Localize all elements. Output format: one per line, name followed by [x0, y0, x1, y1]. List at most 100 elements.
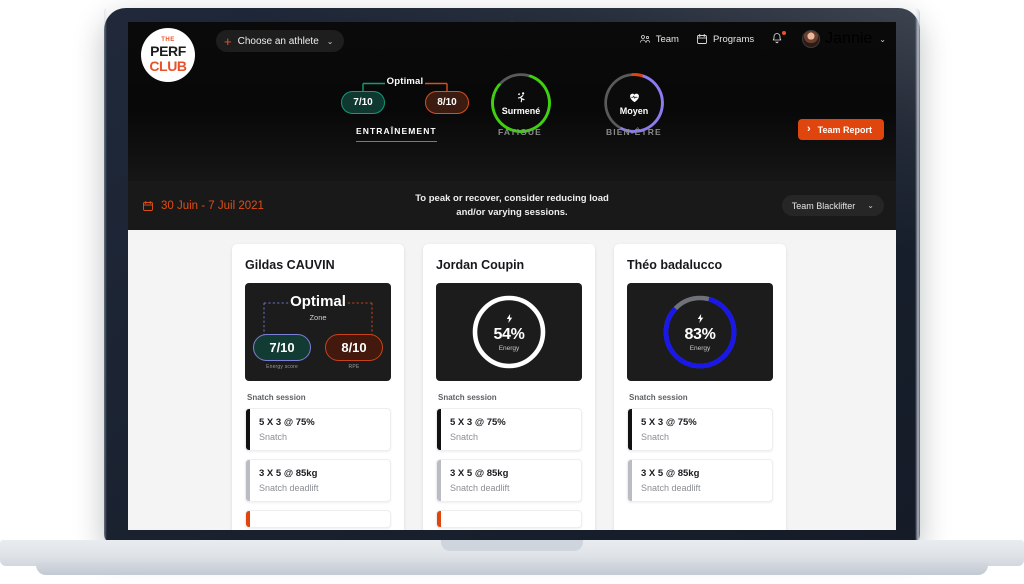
exercise-prescription: 3 X 5 @ 85kg — [641, 468, 700, 479]
zone-pills: 7/10 Energy score 8/10 RPE — [253, 334, 383, 370]
nav-label-team: Team — [655, 33, 679, 45]
chevron-down-icon: ⌄ — [867, 201, 874, 210]
athlete-name: Théo badalucco — [627, 258, 723, 272]
session-title: Snatch session — [247, 393, 306, 402]
exercise-row[interactable] — [436, 510, 582, 528]
avatar — [802, 30, 821, 48]
training-pills: 7/10 8/10 — [341, 91, 469, 114]
exercise-row[interactable]: 3 X 5 @ 85kg Snatch deadlift — [436, 459, 582, 502]
bolt-icon — [697, 313, 703, 324]
user-menu[interactable]: Jannie ⌄ — [802, 30, 886, 48]
choose-athlete-dropdown[interactable]: + Choose an athlete ⌄ — [216, 30, 345, 52]
energy-value: 54% — [493, 326, 525, 343]
exercise-row[interactable]: 5 X 3 @ 75% Snatch — [245, 408, 391, 451]
athlete-name: Jordan Coupin — [436, 258, 525, 272]
chevron-down-icon: ⌄ — [326, 36, 334, 46]
notification-badge — [782, 31, 787, 35]
rpe-group[interactable]: 8/10 RPE — [325, 334, 383, 370]
plus-icon: + — [224, 33, 232, 49]
lid-edge-highlight-right — [915, 8, 920, 544]
athlete-card[interactable]: Jordan Coupin 54% Energy Snatch session … — [423, 244, 595, 530]
recommendation-line-1: To peak or recover, consider reducing lo… — [415, 192, 609, 204]
exercise-name: Snatch — [641, 432, 670, 442]
energy-score-value: 7/10 — [253, 334, 311, 361]
rpe-caption: RPE — [348, 364, 360, 370]
exercise-status-bar — [246, 409, 250, 450]
metrics-row: Optimal 7/10 8/10 Surmené Moyen ENTRAÎNE… — [128, 68, 896, 146]
exercise-status-bar — [246, 460, 250, 501]
session-title: Snatch session — [629, 393, 688, 402]
team-select-value: Team Blacklifter — [791, 200, 856, 211]
runner-icon — [517, 91, 525, 102]
energy-score-group[interactable]: 7/10 Energy score — [253, 334, 311, 370]
exercise-prescription: 5 X 3 @ 75% — [450, 417, 506, 428]
exercise-status-bar — [437, 409, 441, 450]
exercise-status-bar — [246, 511, 250, 527]
exercise-row[interactable]: 3 X 5 @ 85kg Snatch deadlift — [245, 459, 391, 502]
nav-label-programs: Programs — [712, 33, 755, 45]
exercise-status-bar — [437, 460, 441, 501]
metric-tabs: ENTRAÎNEMENT FATIGUE BIEN-ÊTRE — [128, 114, 896, 146]
exercise-prescription: 3 X 5 @ 85kg — [450, 468, 509, 479]
energy-ring: 54% Energy — [470, 293, 548, 371]
exercise-row[interactable] — [245, 510, 391, 528]
energy-score-pill[interactable]: 7/10 — [341, 91, 385, 114]
exercise-row[interactable]: 3 X 5 @ 85kg Snatch deadlift — [627, 459, 773, 502]
heart-icon — [629, 93, 639, 102]
zone-panel: Optimal Zone 7/10 Energy score 8/10 RPE — [245, 283, 391, 381]
energy-panel: 83% Energy — [627, 283, 773, 381]
energy-value: 83% — [684, 326, 716, 343]
exercise-row[interactable]: 5 X 3 @ 75% Snatch — [627, 408, 773, 451]
nav-item-team[interactable]: Team — [639, 33, 679, 45]
athlete-card-list: Gildas CAUVIN Optimal Zone 7/10 Energy s… — [128, 244, 896, 530]
energy-ring-content: 83% Energy — [670, 302, 730, 362]
energy-caption: Energy — [689, 345, 711, 352]
athlete-card[interactable]: Théo badalucco 83% Energy Snatch session… — [614, 244, 786, 530]
exercise-name: Snatch — [259, 432, 288, 442]
tab-fatigue[interactable]: FATIGUE — [498, 127, 542, 142]
team-report-button[interactable]: › Team Report — [797, 119, 884, 140]
laptop-base-foot — [36, 562, 988, 575]
screenshot-stage: THE PERF CLUB + Choose an athlete ⌄ Team… — [0, 0, 1024, 584]
energy-ring: 83% Energy — [661, 293, 739, 371]
people-icon — [639, 35, 650, 43]
logo-line-perf: PERF — [150, 43, 186, 59]
date-bar: 30 Juin - 7 Juil 2021 To peak or recover… — [128, 181, 896, 230]
exercise-status-bar — [628, 409, 632, 450]
top-bar: THE PERF CLUB + Choose an athlete ⌄ Team… — [128, 22, 896, 82]
top-navigation: Team Programs Jannie ⌄ — [639, 30, 886, 48]
exercise-name: Snatch — [450, 432, 479, 442]
exercise-row[interactable]: 5 X 3 @ 75% Snatch — [436, 408, 582, 451]
chevron-down-icon: ⌄ — [879, 34, 886, 44]
team-report-label: Team Report — [817, 124, 872, 135]
exercise-status-bar — [628, 460, 632, 501]
session-title: Snatch session — [438, 393, 497, 402]
choose-athlete-label: Choose an athlete — [237, 35, 319, 47]
recommendation-line-2: and/or varying sessions. — [456, 206, 568, 218]
app-header: THE PERF CLUB + Choose an athlete ⌄ Team… — [128, 22, 896, 181]
athlete-card[interactable]: Gildas CAUVIN Optimal Zone 7/10 Energy s… — [232, 244, 404, 530]
browser-viewport: THE PERF CLUB + Choose an athlete ⌄ Team… — [128, 22, 896, 530]
exercise-name: Snatch deadlift — [450, 483, 510, 493]
athletes-content: Gildas CAUVIN Optimal Zone 7/10 Energy s… — [128, 230, 896, 530]
rpe-value: 8/10 — [325, 334, 383, 361]
training-metric[interactable]: Optimal 7/10 8/10 — [341, 76, 469, 114]
chevron-right-icon: › — [806, 123, 811, 135]
recommendation-message: To peak or recover, consider reducing lo… — [128, 192, 896, 220]
tab-entrainement[interactable]: ENTRAÎNEMENT — [356, 126, 437, 142]
exercise-prescription: 5 X 3 @ 75% — [641, 417, 697, 428]
nav-item-programs[interactable]: Programs — [696, 33, 754, 45]
user-name: Jannie — [825, 30, 873, 47]
exercise-name: Snatch deadlift — [259, 483, 319, 493]
exercise-status-bar — [437, 511, 441, 527]
team-select-dropdown[interactable]: Team Blacklifter ⌄ — [781, 195, 884, 216]
rpe-pill[interactable]: 8/10 — [425, 91, 469, 114]
energy-score-caption: Energy score — [266, 364, 298, 370]
energy-panel: 54% Energy — [436, 283, 582, 381]
notifications-button[interactable] — [771, 31, 787, 46]
lid-edge-highlight-left — [104, 8, 107, 544]
exercise-name: Snatch deadlift — [641, 483, 701, 493]
energy-ring-content: 54% Energy — [479, 302, 539, 362]
tab-bien-etre[interactable]: BIEN-ÊTRE — [606, 127, 662, 142]
laptop-base-notch — [441, 540, 583, 551]
